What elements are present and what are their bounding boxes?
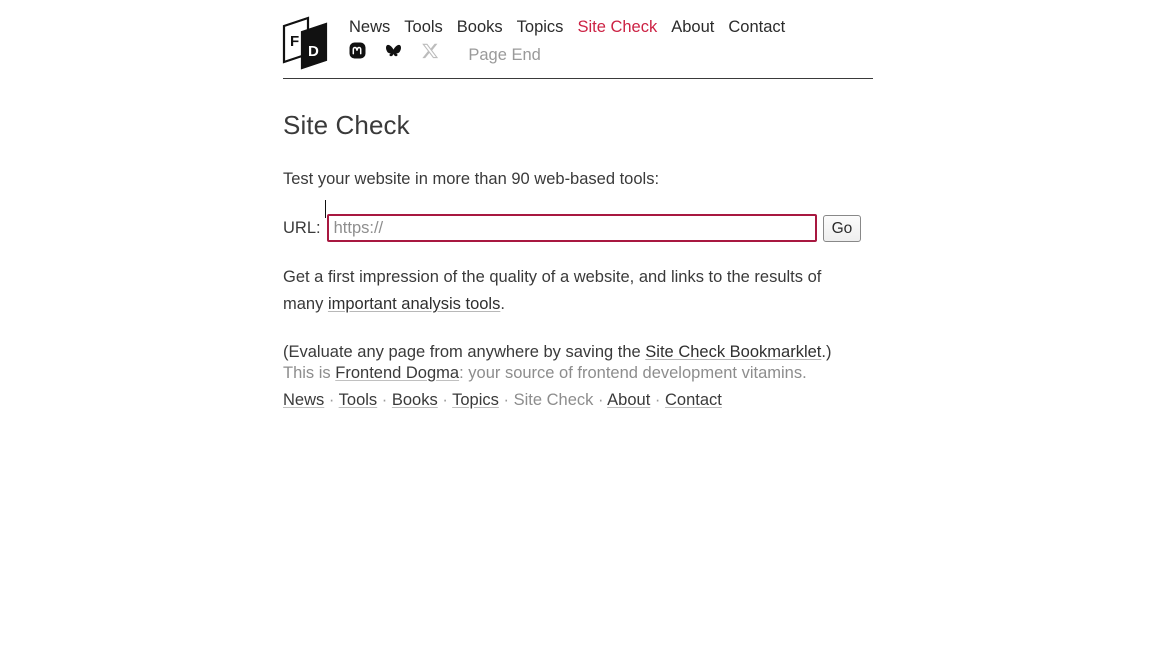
footer-separator: ·: [381, 391, 388, 409]
description-part2: .: [500, 295, 505, 313]
footer-separator: ·: [597, 391, 604, 409]
nav-item-books[interactable]: Books: [457, 18, 503, 36]
footer-separator: ·: [654, 391, 661, 409]
main-content: Site Check Test your website in more tha…: [283, 78, 883, 366]
footer-link-books[interactable]: Books: [392, 391, 438, 409]
nav-item-site-check[interactable]: Site Check: [577, 18, 657, 36]
svg-text:F: F: [290, 33, 299, 50]
description-text: Get a first impression of the quality of…: [283, 264, 853, 318]
tagline-suffix: : your source of frontend development vi…: [459, 364, 807, 382]
footer-link-news[interactable]: News: [283, 391, 324, 409]
social-links-row: Page End: [349, 42, 873, 68]
header-region: F D News Tools Books Topics Site Check About C…: [282, 0, 873, 70]
footer-separator: ·: [442, 391, 448, 409]
bookmarklet-part2: .): [821, 343, 832, 361]
nav-item-about[interactable]: About: [671, 18, 714, 36]
nav-item-news[interactable]: News: [349, 18, 390, 36]
site-footer: This is Frontend Dogma: your source of f…: [283, 360, 883, 414]
analysis-tools-link[interactable]: important analysis tools: [328, 295, 500, 313]
url-input[interactable]: [326, 214, 817, 242]
url-label: URL:: [283, 218, 321, 237]
nav-item-contact[interactable]: Contact: [728, 18, 785, 36]
site-header: F D News Tools Books Topics Site Check About C…: [282, 0, 873, 70]
frontend-dogma-link[interactable]: Frontend Dogma: [335, 364, 459, 382]
page-end-link[interactable]: Page End: [468, 46, 540, 64]
main-navigation: News Tools Books Topics Site Check About Conta…: [349, 14, 873, 40]
site-check-form: URL: Go: [283, 213, 883, 243]
footer-link-tools[interactable]: Tools: [339, 391, 378, 409]
mastodon-icon: [349, 42, 366, 59]
footer-separator: ·: [328, 391, 335, 409]
bookmarklet-link[interactable]: Site Check Bookmarklet: [645, 343, 821, 361]
text-cursor: [325, 200, 326, 218]
nav-item-topics[interactable]: Topics: [517, 18, 564, 36]
intro-text: Test your website in more than 90 web-ba…: [283, 170, 660, 188]
bookmarklet-part1: (Evaluate any page from anywhere by savi…: [283, 343, 646, 361]
tagline-prefix: This is: [283, 364, 336, 382]
footer-current-site-check: Site Check: [513, 391, 594, 409]
frontend-dogma-logo-icon: F D: [282, 16, 328, 70]
bluesky-link[interactable]: [385, 42, 402, 68]
footer-navigation: News · Tools · Books · Topics · Site Che…: [283, 387, 883, 414]
x-icon: [422, 43, 439, 59]
footer-tagline: This is Frontend Dogma: your source of f…: [283, 360, 883, 387]
footer-link-topics[interactable]: Topics: [452, 391, 499, 409]
page-root: F D News Tools Books Topics Site Check About C…: [0, 0, 1156, 650]
footer-link-contact[interactable]: Contact: [665, 391, 722, 409]
nav-item-tools[interactable]: Tools: [404, 18, 443, 36]
footer-link-about[interactable]: About: [607, 391, 650, 409]
mastodon-link[interactable]: [349, 42, 366, 68]
footer-separator: ·: [503, 391, 510, 409]
svg-text:D: D: [308, 43, 319, 60]
page-title: Site Check: [283, 110, 410, 140]
go-button[interactable]: Go: [822, 214, 862, 242]
bluesky-icon: [386, 44, 402, 57]
x-link[interactable]: [422, 42, 439, 68]
header-nav-block: News Tools Books Topics Site Check About Conta…: [349, 14, 873, 68]
site-logo[interactable]: F D: [281, 14, 329, 74]
